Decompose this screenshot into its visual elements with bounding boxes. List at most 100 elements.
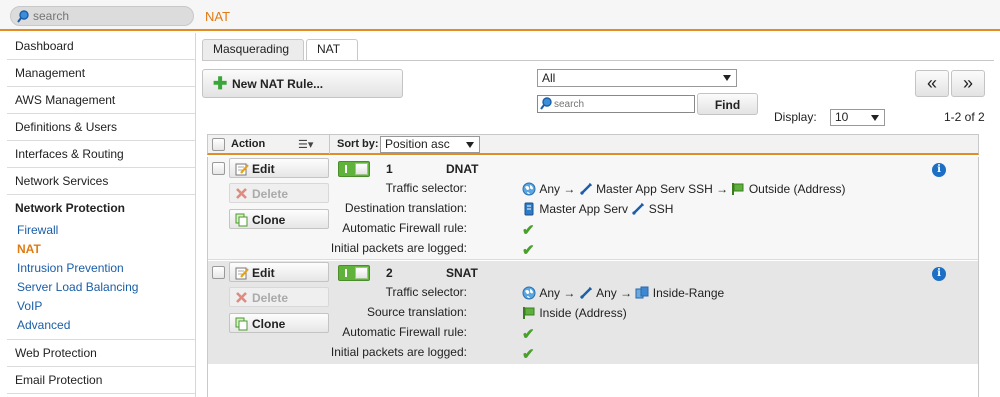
tab-nat[interactable]: NAT bbox=[306, 39, 358, 61]
rule-type: DNAT bbox=[446, 162, 479, 176]
traffic-selector-label: Traffic selector: bbox=[385, 181, 467, 195]
translation-host[interactable]: Master App Serv bbox=[539, 202, 628, 216]
new-nat-rule-button[interactable]: ✚ New NAT Rule... bbox=[202, 69, 403, 98]
traffic-selector-value: Any → Any → Inside-Range bbox=[522, 285, 724, 300]
list-search-input[interactable] bbox=[554, 97, 692, 111]
find-button-label: Find bbox=[714, 98, 741, 112]
list-settings-icon[interactable]: ☰▾ bbox=[298, 138, 313, 151]
service-icon bbox=[578, 285, 593, 300]
tab-divider bbox=[202, 60, 994, 61]
edit-icon bbox=[235, 162, 249, 176]
toggle-on-mark bbox=[345, 269, 347, 277]
search-icon bbox=[540, 97, 552, 110]
rule-row: Edit Delete Clone 2 SNAT i Traffic selec… bbox=[208, 261, 978, 364]
sidebar-item-aws-management[interactable]: AWS Management bbox=[7, 87, 195, 114]
rule-number: 1 bbox=[386, 162, 393, 176]
plus-icon: ✚ bbox=[213, 74, 228, 93]
logged-row: Initial packets are logged: ✔ bbox=[208, 343, 928, 363]
rule-checkbox[interactable] bbox=[212, 162, 225, 175]
display-count-select[interactable]: 10 bbox=[830, 109, 885, 126]
info-icon[interactable]: i bbox=[932, 163, 946, 177]
top-bar: NAT bbox=[0, 0, 1000, 31]
result-count: 1-2 of 2 bbox=[944, 110, 985, 124]
sidebar-subitem-advanced[interactable]: Advanced bbox=[7, 316, 195, 335]
select-all-checkbox[interactable] bbox=[212, 138, 225, 151]
globe-icon bbox=[522, 182, 536, 196]
double-chevron-left-icon: « bbox=[926, 73, 937, 93]
rule-checkbox[interactable] bbox=[212, 266, 225, 279]
sidebar-subitem-intrusion-prevention[interactable]: Intrusion Prevention bbox=[7, 259, 195, 278]
traffic-source[interactable]: Any bbox=[539, 286, 560, 300]
previous-page-button[interactable]: « bbox=[915, 70, 949, 97]
logged-row: Initial packets are logged: ✔ bbox=[208, 239, 928, 259]
find-button[interactable]: Find bbox=[697, 93, 758, 115]
page-title: NAT bbox=[205, 9, 231, 24]
next-page-button[interactable]: » bbox=[951, 70, 985, 97]
rule-list: Edit Delete Clone 1 DNAT i Traffic selec… bbox=[207, 157, 979, 397]
translation-row: Source translation: Inside (Address) bbox=[208, 303, 928, 321]
auto-firewall-row: Automatic Firewall rule: ✔ bbox=[208, 219, 928, 239]
display-label: Display: bbox=[774, 110, 817, 124]
check-icon: ✔ bbox=[522, 222, 535, 239]
traffic-selector-label: Traffic selector: bbox=[385, 285, 467, 299]
traffic-destination[interactable]: Outside (Address) bbox=[749, 182, 846, 196]
rule-row: Edit Delete Clone 1 DNAT i Traffic selec… bbox=[208, 157, 978, 260]
edit-button[interactable]: Edit bbox=[229, 262, 329, 282]
new-nat-rule-label: New NAT Rule... bbox=[232, 77, 324, 91]
tab-masquerading[interactable]: Masquerading bbox=[202, 39, 304, 60]
traffic-destination[interactable]: Inside-Range bbox=[653, 286, 724, 300]
traffic-service[interactable]: Any bbox=[596, 286, 617, 300]
sidebar-item-web-protection[interactable]: Web Protection bbox=[7, 340, 195, 367]
sidebar-item-interfaces-routing[interactable]: Interfaces & Routing bbox=[7, 141, 195, 168]
sidebar-subitem-voip[interactable]: VoIP bbox=[7, 297, 195, 316]
sort-select[interactable]: Position asc bbox=[380, 136, 480, 153]
auto-firewall-row: Automatic Firewall rule: ✔ bbox=[208, 323, 928, 343]
edit-button-label: Edit bbox=[252, 266, 275, 280]
sidebar-subitem-firewall[interactable]: Firewall bbox=[7, 221, 195, 240]
arrow-icon: → bbox=[563, 181, 576, 196]
chevron-down-icon bbox=[466, 142, 474, 148]
translation-host[interactable]: Inside (Address) bbox=[539, 306, 626, 320]
sidebar-item-email-protection[interactable]: Email Protection bbox=[7, 367, 195, 394]
destination-translation-value: Master App Serv SSH bbox=[522, 201, 673, 216]
sidebar-item-definitions-users[interactable]: Definitions & Users bbox=[7, 114, 195, 141]
double-chevron-right-icon: » bbox=[962, 73, 973, 93]
header-divider bbox=[329, 135, 330, 154]
host-icon bbox=[524, 202, 534, 216]
logged-label: Initial packets are logged: bbox=[330, 241, 467, 255]
display-count-value: 10 bbox=[835, 110, 849, 124]
sort-by-label: Sort by: bbox=[337, 138, 379, 150]
rule-type: SNAT bbox=[446, 266, 478, 280]
sidebar-item-network-protection[interactable]: Network Protection bbox=[7, 195, 195, 221]
translation-service[interactable]: SSH bbox=[649, 202, 674, 216]
toggle-knob bbox=[355, 163, 368, 175]
info-icon[interactable]: i bbox=[932, 267, 946, 281]
arrow-icon: → bbox=[563, 285, 576, 300]
toggle-on-mark bbox=[345, 165, 347, 173]
sidebar-item-network-services[interactable]: Network Services bbox=[7, 168, 195, 195]
list-header: Action ☰▾ Sort by: Position asc bbox=[207, 134, 979, 155]
edit-button[interactable]: Edit bbox=[229, 158, 329, 178]
sidebar-subitem-nat[interactable]: NAT bbox=[7, 240, 195, 259]
traffic-service[interactable]: Master App Serv SSH bbox=[596, 182, 713, 196]
chevron-down-icon bbox=[871, 115, 879, 121]
sort-select-value: Position asc bbox=[385, 137, 450, 151]
sidebar-item-dashboard[interactable]: Dashboard bbox=[7, 33, 195, 60]
rule-number: 2 bbox=[386, 266, 393, 280]
global-search-input[interactable] bbox=[33, 8, 188, 24]
logged-label: Initial packets are logged: bbox=[330, 345, 467, 359]
rule-enabled-toggle[interactable] bbox=[338, 161, 370, 177]
traffic-source[interactable]: Any bbox=[539, 182, 560, 196]
rule-enabled-toggle[interactable] bbox=[338, 265, 370, 281]
sidebar-item-management[interactable]: Management bbox=[7, 60, 195, 87]
search-icon bbox=[17, 10, 29, 23]
sidebar-subitem-server-load-balancing[interactable]: Server Load Balancing bbox=[7, 278, 195, 297]
source-translation-label: Source translation: bbox=[366, 305, 467, 319]
toggle-knob bbox=[355, 267, 368, 279]
filter-select-value: All bbox=[542, 71, 556, 85]
filter-select[interactable]: All bbox=[537, 69, 737, 87]
global-search[interactable] bbox=[10, 6, 194, 26]
edit-button-label: Edit bbox=[252, 162, 275, 176]
list-search[interactable] bbox=[537, 95, 695, 113]
arrow-icon: → bbox=[716, 181, 729, 196]
